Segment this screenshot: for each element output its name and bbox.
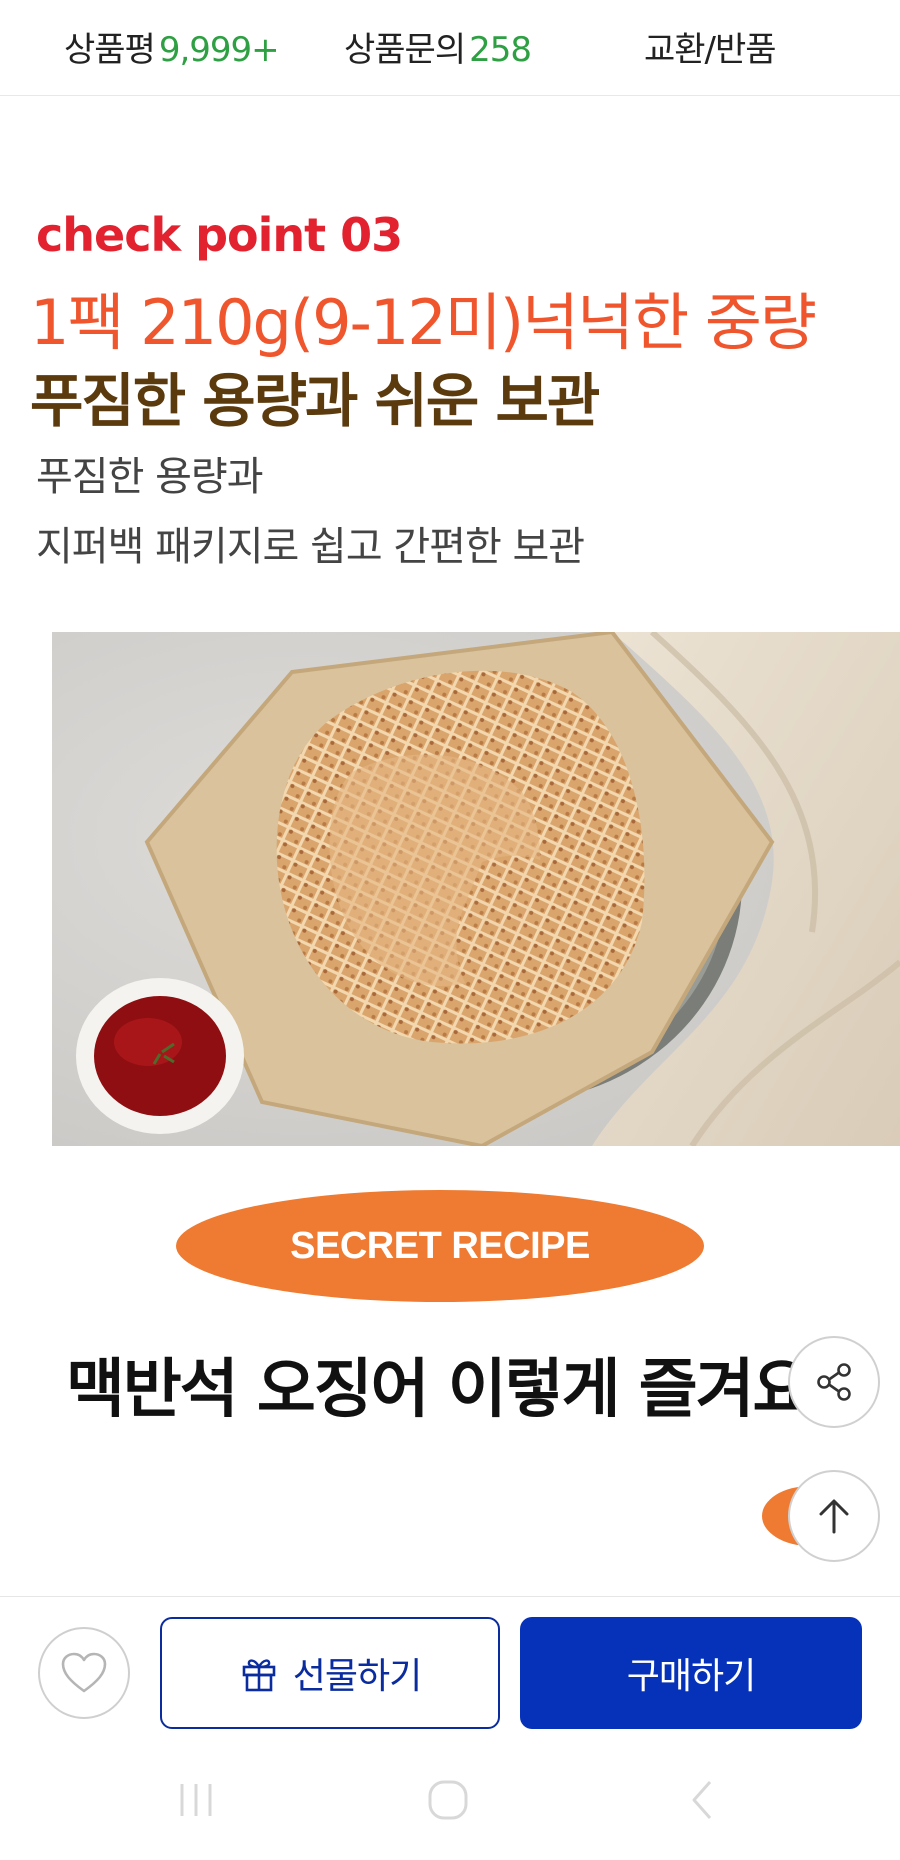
gift-button[interactable]: 선물하기 [160,1617,500,1729]
back-icon [692,1781,712,1819]
headline-storage: 푸짐한 용량과 쉬운 보관 [30,367,600,435]
product-detail-content: check point 03 1팩 210g(9-12미)넉넉한 중량 푸짐한 … [0,96,900,1596]
headline-weight: 1팩 210g(9-12미)넉넉한 중량 [30,286,817,359]
tab-exchange-return[interactable]: 교환/반품 [644,22,777,71]
recent-apps-icon [180,1784,212,1816]
secret-recipe-badge: SECRET RECIPE [176,1190,704,1302]
description-line-2: 지퍼백 패키지로 쉽고 간편한 보관 [36,524,585,570]
gift-icon [242,1659,276,1692]
heart-icon [61,1652,107,1693]
secret-recipe-text: SECRET RECIPE [290,1224,590,1267]
tab-exchange-return-label: 교환/반품 [644,30,777,70]
checkpoint-label: check point 03 [36,208,403,262]
home-button[interactable] [424,1778,472,1826]
scroll-top-button[interactable] [788,1470,880,1562]
description-line-1: 푸짐한 용량과 [36,454,264,500]
product-photo [52,632,900,1146]
tab-reviews-label: 상품평 [64,30,156,70]
purchase-bar: 선물하기 구매하기 [0,1596,900,1748]
tab-reviews-count: 9,999+ [158,30,280,70]
gift-button-label: 선물하기 [292,1656,422,1697]
share-button[interactable] [788,1336,880,1428]
recent-apps-button[interactable] [176,1778,216,1826]
recipe-title: 맥반석 오징어 이렇게 즐겨요! [66,1353,839,1427]
home-icon [428,1780,468,1820]
buy-button-label: 구매하기 [626,1656,756,1697]
system-navigation-bar [0,1748,900,1860]
back-button[interactable] [686,1778,718,1826]
product-tabs: 상품평 9,999+ 상품문의 258 교환/반품 [0,0,900,96]
arrow-up-icon [819,1499,849,1534]
tab-qna-count: 258 [469,30,532,70]
tab-qna-label: 상품문의 [344,30,466,70]
wishlist-button[interactable] [38,1627,130,1719]
tab-qna[interactable]: 상품문의 258 [344,22,532,71]
share-icon [817,1363,851,1401]
tab-reviews[interactable]: 상품평 9,999+ [64,22,280,71]
buy-button[interactable]: 구매하기 [520,1617,862,1729]
